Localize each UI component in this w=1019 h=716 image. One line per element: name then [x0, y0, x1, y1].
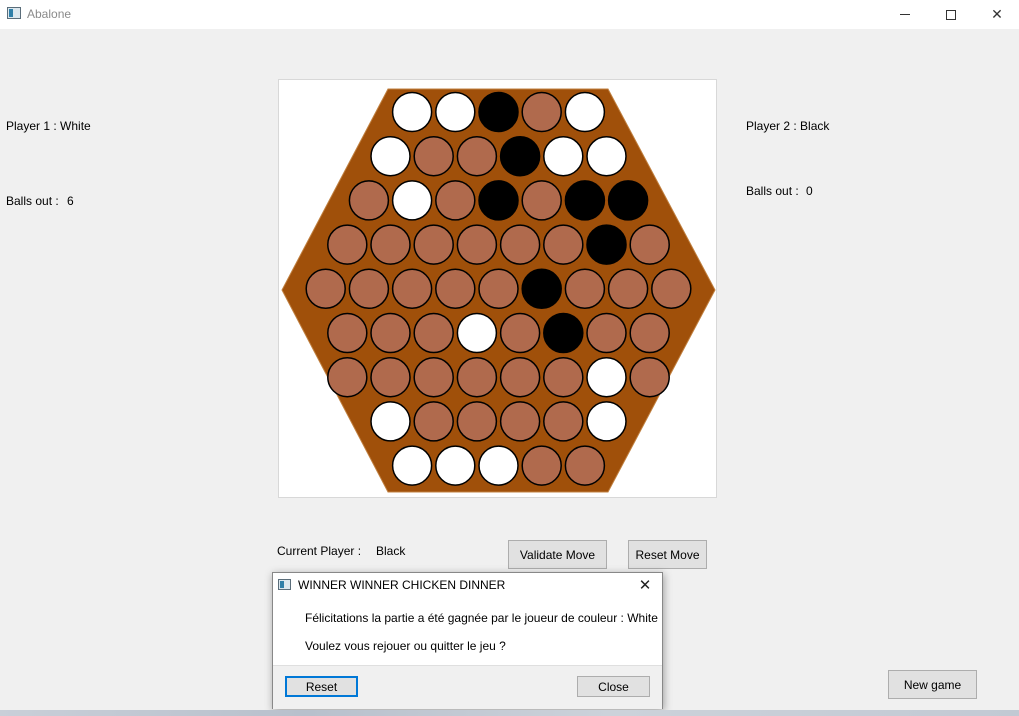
white-ball[interactable] [391, 180, 433, 221]
empty-cell[interactable] [370, 224, 411, 265]
reset-move-button[interactable]: Reset Move [628, 540, 707, 569]
empty-cell[interactable] [370, 312, 411, 354]
empty-cell[interactable] [456, 224, 498, 265]
dialog-title-bar: WINNER WINNER CHICKEN DINNER ✕ [273, 573, 662, 599]
black-ball[interactable] [478, 91, 519, 133]
maximize-icon [946, 9, 956, 20]
player1-label: Player 1 : White [6, 119, 91, 133]
white-ball[interactable] [586, 356, 627, 398]
taskbar-edge [0, 710, 1019, 716]
player1-balls-out-value: 6 [67, 194, 74, 208]
minimize-button[interactable] [882, 0, 928, 29]
empty-cell[interactable] [305, 268, 346, 310]
empty-cell[interactable] [348, 268, 390, 310]
winner-dialog: WINNER WINNER CHICKEN DINNER ✕ Félicitat… [272, 572, 663, 709]
dialog-close-button[interactable]: ✕ [636, 576, 654, 594]
empty-cell[interactable] [499, 224, 541, 265]
empty-cell[interactable] [499, 401, 541, 442]
white-ball[interactable] [564, 91, 606, 133]
empty-cell[interactable] [543, 356, 584, 398]
player1-balls-out-label: Balls out : [6, 194, 59, 208]
white-ball[interactable] [478, 445, 519, 486]
white-ball[interactable] [391, 445, 433, 486]
empty-cell[interactable] [327, 224, 368, 265]
app-icon [7, 7, 21, 19]
empty-cell[interactable] [521, 91, 562, 133]
white-ball[interactable] [543, 135, 584, 177]
empty-cell[interactable] [499, 312, 541, 354]
white-ball[interactable] [370, 401, 411, 442]
player2-balls-out-label: Balls out : [746, 184, 799, 198]
game-board[interactable] [278, 79, 717, 498]
white-ball[interactable] [456, 312, 498, 354]
empty-cell[interactable] [456, 356, 498, 398]
white-ball[interactable] [435, 445, 476, 486]
empty-cell[interactable] [413, 135, 454, 177]
white-ball[interactable] [586, 135, 627, 177]
close-button[interactable]: ✕ [974, 0, 1019, 29]
white-ball[interactable] [586, 401, 627, 442]
black-ball[interactable] [607, 180, 649, 221]
white-ball[interactable] [435, 91, 476, 133]
validate-move-button[interactable]: Validate Move [508, 540, 607, 569]
current-player-label: Current Player : [277, 544, 362, 558]
empty-cell[interactable] [564, 445, 606, 486]
empty-cell[interactable] [629, 312, 670, 354]
white-ball[interactable] [391, 91, 433, 133]
maximize-button[interactable] [928, 0, 974, 29]
empty-cell[interactable] [564, 268, 606, 310]
new-game-button[interactable]: New game [888, 670, 977, 699]
empty-cell[interactable] [413, 401, 454, 442]
empty-cell[interactable] [543, 401, 584, 442]
black-ball[interactable] [586, 224, 627, 265]
black-ball[interactable] [499, 135, 541, 177]
white-ball[interactable] [370, 135, 411, 177]
black-ball[interactable] [521, 268, 562, 310]
window-title: Abalone [27, 7, 72, 21]
empty-cell[interactable] [521, 445, 562, 486]
black-ball[interactable] [564, 180, 606, 221]
empty-cell[interactable] [435, 180, 476, 221]
empty-cell[interactable] [629, 224, 670, 265]
empty-cell[interactable] [391, 268, 433, 310]
minimize-icon [900, 14, 910, 15]
empty-cell[interactable] [499, 356, 541, 398]
empty-cell[interactable] [521, 180, 562, 221]
empty-cell[interactable] [629, 356, 670, 398]
close-icon: ✕ [991, 6, 1003, 22]
empty-cell[interactable] [413, 312, 454, 354]
empty-cell[interactable] [327, 356, 368, 398]
empty-cell[interactable] [348, 180, 390, 221]
board-canvas[interactable] [279, 80, 718, 499]
empty-cell[interactable] [478, 268, 519, 310]
player2-balls-out-value: 0 [806, 184, 813, 198]
empty-cell[interactable] [543, 224, 584, 265]
empty-cell[interactable] [413, 224, 454, 265]
empty-cell[interactable] [456, 135, 498, 177]
title-bar: Abalone ✕ [0, 0, 1019, 29]
empty-cell[interactable] [607, 268, 649, 310]
dialog-title: WINNER WINNER CHICKEN DINNER [298, 578, 506, 592]
empty-cell[interactable] [327, 312, 368, 354]
empty-cell[interactable] [435, 268, 476, 310]
empty-cell[interactable] [651, 268, 692, 310]
dialog-question: Voulez vous rejouer ou quitter le jeu ? [305, 639, 506, 653]
dialog-reset-button[interactable]: Reset [285, 676, 358, 697]
dialog-close-action-button[interactable]: Close [577, 676, 650, 697]
dialog-footer: Reset Close [273, 665, 662, 709]
empty-cell[interactable] [586, 312, 627, 354]
empty-cell[interactable] [370, 356, 411, 398]
dialog-app-icon [278, 579, 291, 590]
black-ball[interactable] [478, 180, 519, 221]
player2-label: Player 2 : Black [746, 119, 830, 133]
empty-cell[interactable] [456, 401, 498, 442]
current-player-value: Black [376, 544, 406, 558]
dialog-message: Félicitations la partie a été gagnée par… [305, 611, 658, 625]
empty-cell[interactable] [413, 356, 454, 398]
close-icon: ✕ [638, 577, 652, 594]
black-ball[interactable] [543, 312, 584, 354]
